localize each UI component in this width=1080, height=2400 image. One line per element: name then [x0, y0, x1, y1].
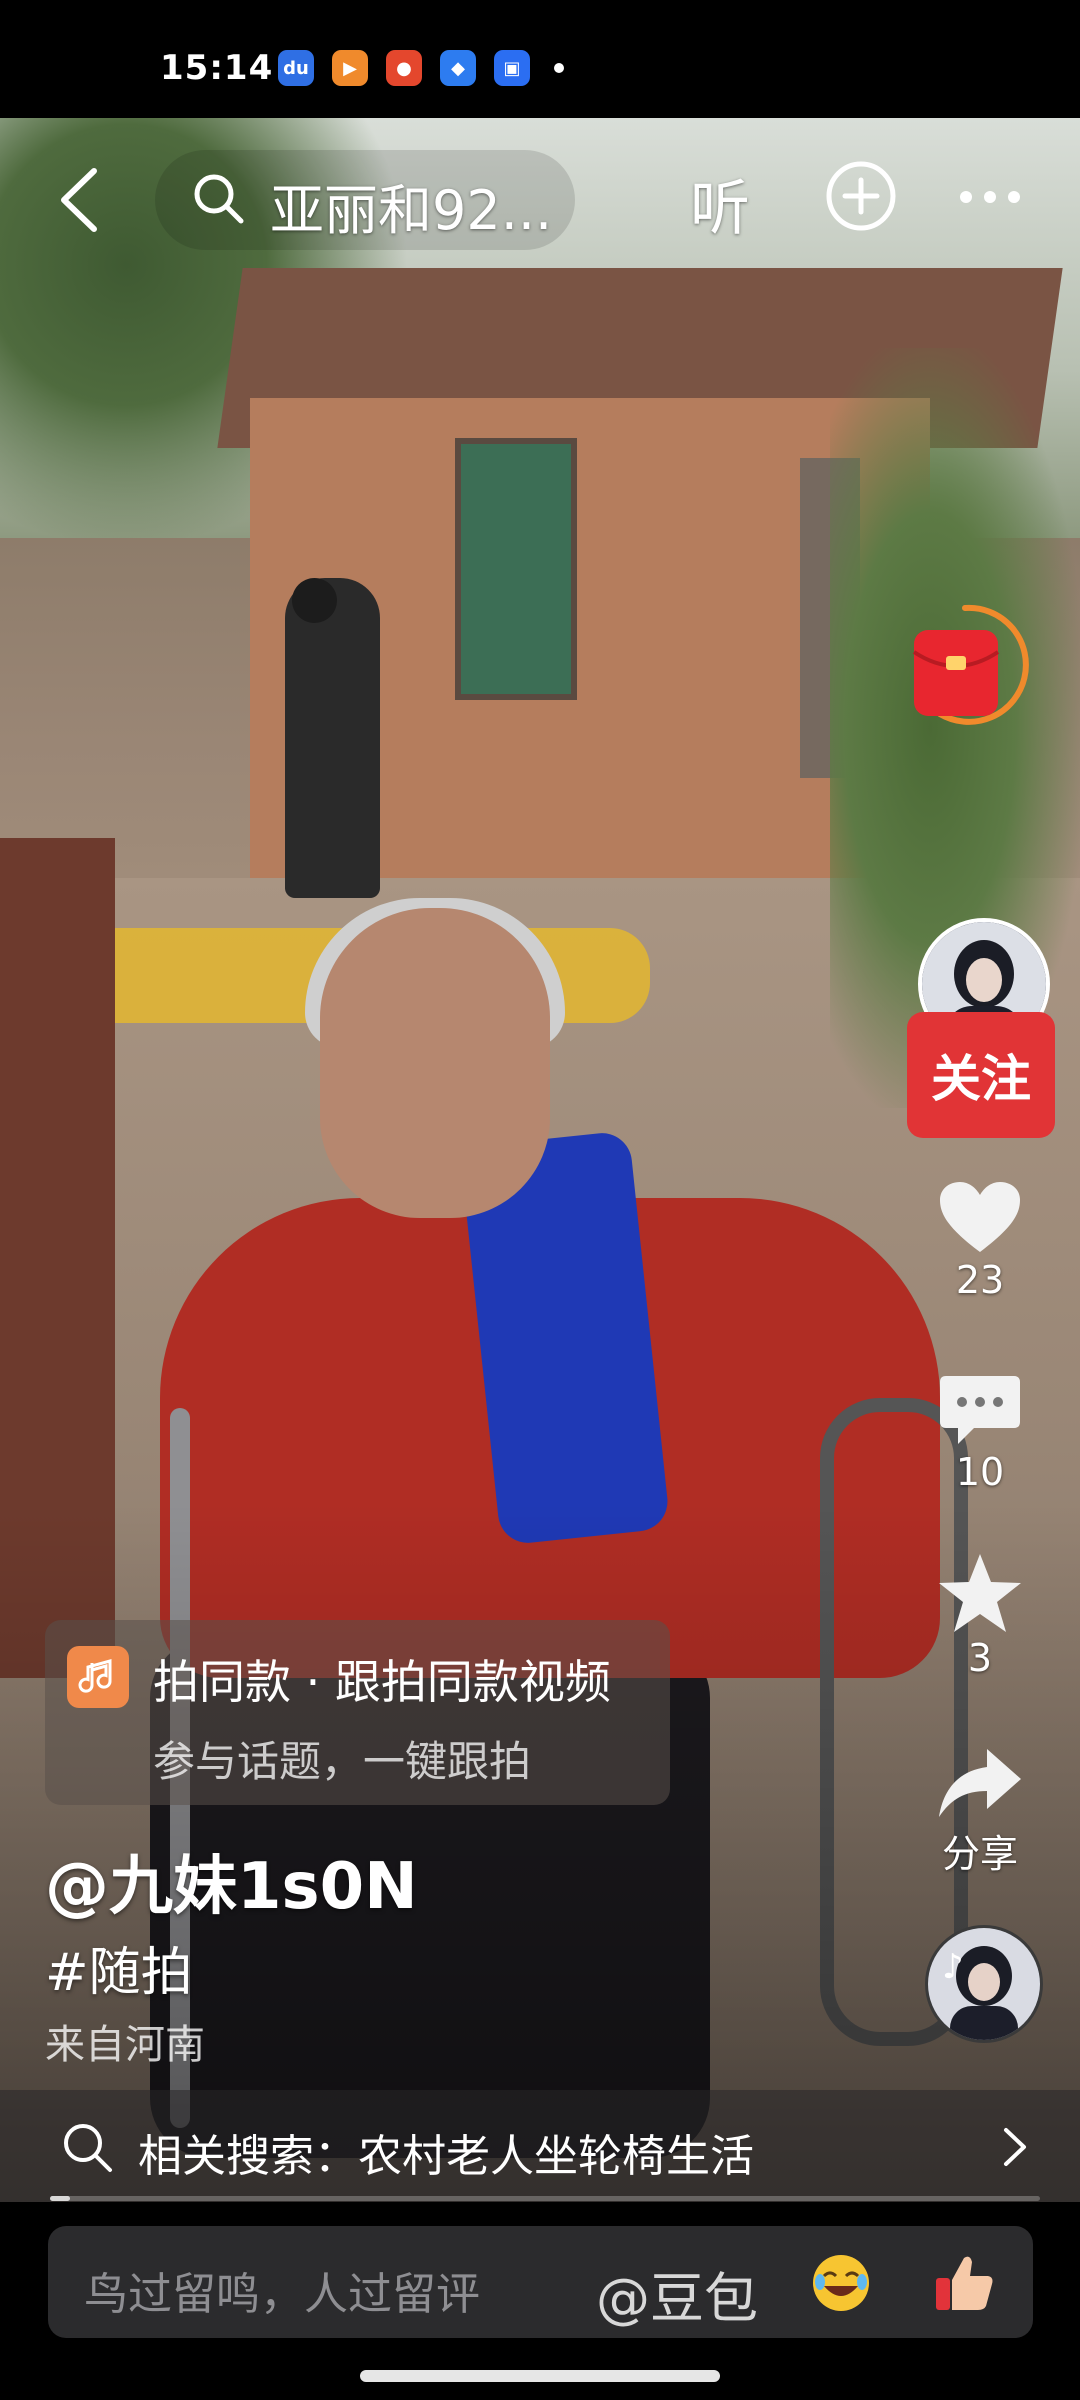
laughing-emoji-icon[interactable]: [810, 2252, 872, 2314]
listen-button[interactable]: 听: [690, 160, 750, 247]
shoot-same-card[interactable]: 拍同款 · 跟拍同款视频 参与话题，一键跟拍: [45, 1620, 670, 1805]
more-options-icon[interactable]: [958, 188, 1022, 206]
hashtag-link[interactable]: #随拍: [45, 1930, 193, 2005]
video-scene-face: [320, 908, 550, 1218]
video-scene-person-head: [292, 578, 337, 623]
baidu-icon: du: [278, 50, 314, 86]
add-circle-icon[interactable]: [825, 160, 897, 232]
video-progress-bar[interactable]: [50, 2196, 1040, 2201]
video-app-icon: ▶: [332, 50, 368, 86]
like-count: 23: [955, 1258, 1005, 1302]
wallet-icon: ▣: [494, 50, 530, 86]
home-indicator[interactable]: [360, 2370, 720, 2382]
back-arrow-icon[interactable]: [50, 165, 110, 235]
video-scene-window: [455, 438, 577, 700]
comment-input[interactable]: 鸟过留鸣，人过留评 @豆包: [48, 2226, 1033, 2338]
favorite-action[interactable]: 3: [920, 1552, 1040, 1680]
star-icon[interactable]: [937, 1552, 1023, 1634]
video-progress-fill: [50, 2196, 70, 2201]
search-query[interactable]: 亚丽和92...: [270, 166, 552, 245]
thumbs-up-emoji-icon[interactable]: [932, 2250, 998, 2316]
search-icon: [64, 2124, 112, 2172]
toutiao-icon: ●: [386, 50, 422, 86]
shoot-same-subtitle: 参与话题，一键跟拍: [153, 1737, 532, 1786]
author-name[interactable]: @九妹1s0N: [45, 1835, 418, 1927]
music-disc-icon: ♪: [928, 1928, 1040, 2040]
status-app-icons: du ▶ ● ◆ ▣: [278, 50, 564, 86]
share-label: 分享: [941, 1832, 1018, 1876]
music-note-icon: [67, 1646, 129, 1708]
heart-icon[interactable]: [938, 1180, 1022, 1256]
comment-placeholder[interactable]: 鸟过留鸣，人过留评: [84, 2258, 480, 2322]
related-search-bar[interactable]: 相关搜索：农村老人坐轮椅生活: [0, 2090, 1080, 2202]
music-disc-avatar[interactable]: ♪: [925, 1925, 1043, 2043]
comment-count: 10: [955, 1450, 1005, 1494]
red-packet-icon[interactable]: [900, 600, 1030, 730]
like-action[interactable]: 23: [920, 1180, 1040, 1302]
shoot-same-title: 拍同款 · 跟拍同款视频: [153, 1655, 611, 1709]
status-time: 15:14: [160, 48, 274, 88]
browser-icon: ◆: [440, 50, 476, 86]
mention-button[interactable]: @豆包: [596, 2254, 758, 2333]
search-icon: [194, 174, 244, 224]
video-scene-person: [285, 578, 380, 898]
related-search-text: 相关搜索：农村老人坐轮椅生活: [138, 2131, 754, 2182]
chevron-right-icon: [1004, 2128, 1026, 2166]
share-arrow-icon[interactable]: [937, 1745, 1023, 1821]
status-bar: 15:14 du ▶ ● ◆ ▣: [0, 0, 1080, 118]
share-action[interactable]: 分享: [920, 1745, 1040, 1878]
comment-footer: 鸟过留鸣，人过留评 @豆包: [0, 2202, 1080, 2400]
post-location: 来自河南: [45, 2022, 205, 2068]
notification-dot-icon: [554, 63, 564, 73]
svg-text:♪: ♪: [942, 1947, 964, 1987]
comment-action[interactable]: 10: [920, 1372, 1040, 1494]
follow-button[interactable]: 关注: [907, 1012, 1055, 1138]
comment-bubble-icon[interactable]: [938, 1372, 1022, 1448]
favorite-count: 3: [967, 1636, 993, 1680]
